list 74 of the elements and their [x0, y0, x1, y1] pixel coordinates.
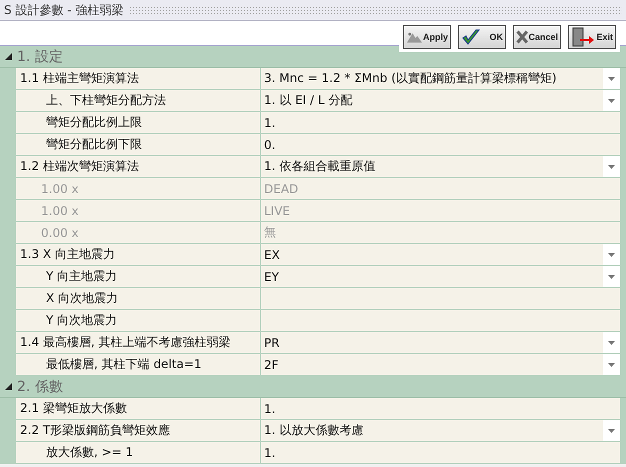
- mountain-icon: [406, 30, 423, 44]
- caret-icon: [608, 428, 615, 432]
- property-value: 1.: [264, 402, 276, 416]
- collapse-triangle-icon[interactable]: [5, 383, 12, 390]
- caret-icon: [608, 274, 615, 278]
- property-value: 無: [264, 224, 277, 241]
- property-value: 1.: [264, 446, 276, 460]
- section-header[interactable]: 2. 係數: [0, 376, 626, 398]
- property-value: 1.: [264, 116, 276, 130]
- dropdown-button[interactable]: [603, 420, 620, 441]
- property-value-cell[interactable]: EX: [261, 244, 620, 265]
- property-value: PR: [264, 336, 281, 350]
- caret-icon: [608, 252, 615, 256]
- dropdown-button[interactable]: [603, 156, 620, 177]
- door-exit-icon: [571, 27, 595, 47]
- property-value: EY: [264, 270, 280, 284]
- property-value-cell[interactable]: EY: [261, 266, 620, 287]
- property-label: 彎矩分配比例上限: [46, 114, 142, 131]
- caret-icon: [608, 98, 615, 102]
- property-label: 2.1 梁彎矩放大係數: [20, 400, 127, 417]
- section-title: 1. 設定: [17, 48, 63, 66]
- property-value: 0.: [264, 138, 276, 152]
- cancel-button[interactable]: Cancel: [513, 25, 561, 49]
- property-label: 1.00 x: [41, 182, 79, 196]
- ok-button[interactable]: OK: [458, 25, 506, 49]
- caret-icon: [608, 164, 615, 168]
- property-value: 1. 依各組合載重原值: [264, 158, 376, 175]
- property-label: 放大係數, >= 1: [46, 444, 134, 461]
- collapse-triangle-icon[interactable]: [5, 53, 12, 60]
- apply-button[interactable]: Apply: [403, 25, 451, 49]
- window-title: S 設計參數 - 強柱弱梁: [4, 2, 124, 18]
- property-label: X 向次地震力: [46, 290, 118, 307]
- exit-button[interactable]: Exit: [568, 25, 616, 49]
- property-value-cell[interactable]: 1.: [261, 398, 620, 419]
- property-label: 1.1 柱端主彎矩演算法: [20, 70, 139, 87]
- property-value-cell[interactable]: 1. 依各組合載重原值: [261, 156, 620, 177]
- property-value: 3. Mnc = 1.2 * ΣMnb (以實配鋼筋量計算梁標稱彎矩): [264, 70, 558, 87]
- property-value: 2F: [264, 358, 280, 372]
- property-label: 1.00 x: [41, 204, 79, 218]
- caret-icon: [608, 362, 615, 366]
- property-label: 0.00 x: [41, 226, 79, 240]
- property-label: Y 向主地震力: [46, 268, 118, 285]
- caret-icon: [608, 340, 615, 344]
- property-value-cell[interactable]: 1. 以放大係數考慮: [261, 420, 620, 441]
- property-value-cell[interactable]: 3. Mnc = 1.2 * ΣMnb (以實配鋼筋量計算梁標稱彎矩): [261, 68, 620, 89]
- property-value: LIVE: [264, 204, 292, 218]
- section-title: 2. 係數: [17, 378, 63, 396]
- dropdown-button[interactable]: [603, 90, 620, 111]
- property-value: 1. 以 EI / L 分配: [264, 92, 354, 109]
- property-value-cell[interactable]: PR: [261, 332, 620, 353]
- property-label: 上、下柱彎矩分配方法: [46, 92, 166, 109]
- property-value-cell[interactable]: 2F: [261, 354, 620, 375]
- property-label: Y 向次地震力: [46, 312, 118, 329]
- dropdown-button[interactable]: [603, 244, 620, 265]
- property-label: 1.4 最高樓層, 其柱上端不考慮強柱弱梁: [20, 334, 231, 351]
- dropdown-button[interactable]: [603, 266, 620, 287]
- property-value-cell[interactable]: 1.: [261, 442, 620, 463]
- property-label: 1.2 柱端次彎矩演算法: [20, 158, 139, 175]
- property-label: 1.3 X 向主地震力: [20, 246, 115, 263]
- property-value: DEAD: [264, 182, 300, 196]
- property-value-cell[interactable]: 0.: [261, 134, 620, 155]
- dropdown-button[interactable]: [603, 332, 620, 353]
- property-value: 1. 以放大係數考慮: [264, 422, 364, 439]
- dropdown-button[interactable]: [603, 354, 620, 375]
- x-icon: [516, 28, 528, 46]
- section-header[interactable]: 1. 設定: [0, 46, 626, 68]
- dropdown-button[interactable]: [603, 68, 620, 89]
- property-value-cell[interactable]: 1. 以 EI / L 分配: [261, 90, 620, 111]
- caret-icon: [608, 76, 615, 80]
- property-label: 最低樓層, 其柱下端 delta=1: [46, 356, 202, 373]
- property-label: 彎矩分配比例下限: [46, 136, 142, 153]
- property-value-cell[interactable]: 1.: [261, 112, 620, 133]
- property-value: EX: [264, 248, 281, 262]
- property-label: 2.2 T形梁版鋼筋負彎矩效應: [20, 422, 170, 439]
